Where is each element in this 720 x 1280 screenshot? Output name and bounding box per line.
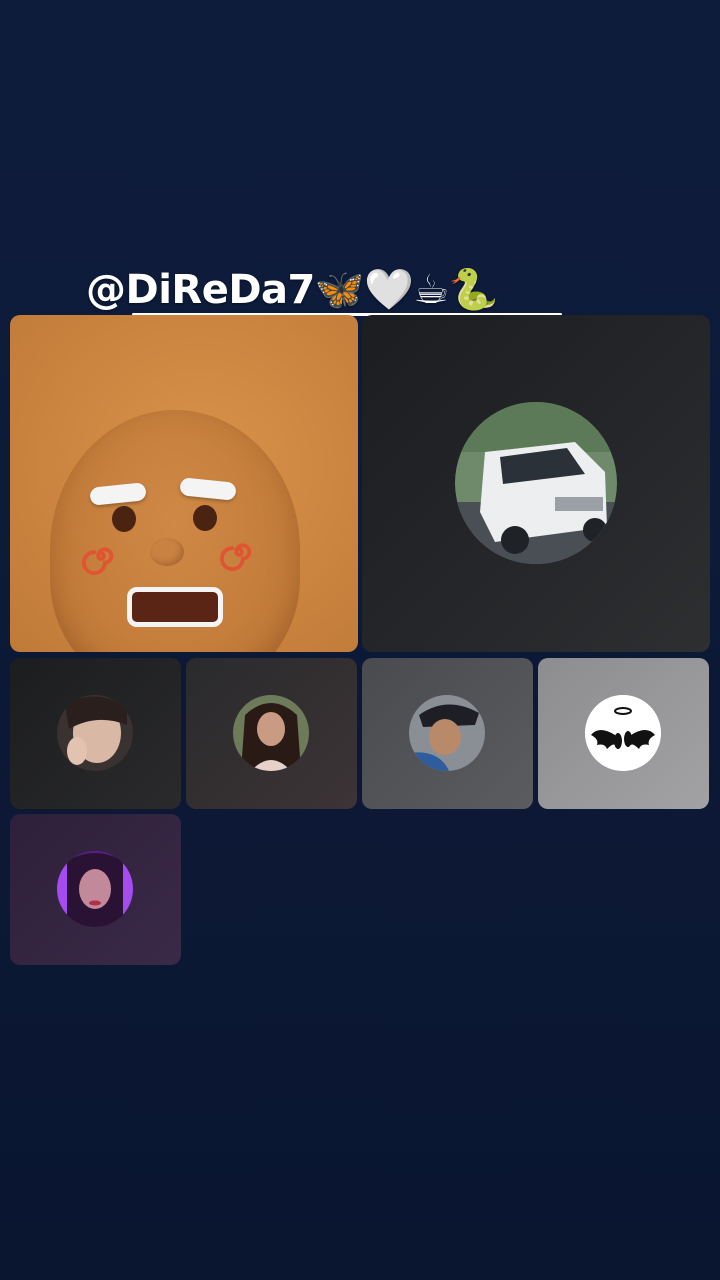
mouth [127,587,223,627]
guest-video-tile[interactable] [362,658,533,809]
van-photo-icon [455,402,617,564]
woman-photo-icon [57,695,133,771]
guest-video-tile[interactable] [186,658,357,809]
guest-avatar [585,695,661,771]
left-eye [112,506,136,532]
guest-avatar [409,695,485,771]
guest-avatar [57,851,133,927]
guest-video-tile[interactable] [10,658,181,809]
left-cheek-swirl-icon [82,547,114,575]
guest-avatar [455,402,617,564]
guest-video-tile[interactable] [10,814,181,965]
man-cap-photo-icon [409,695,485,771]
angel-wings-footprints-icon [585,695,661,771]
guest-avatar [233,695,309,771]
guest-video-tile[interactable] [538,658,709,809]
right-eye [193,505,217,531]
nose [150,538,184,566]
guest-video-tile[interactable] [362,315,710,652]
host-video-tile[interactable] [10,315,358,652]
purple-light-woman-photo-icon [57,851,133,927]
right-cheek-swirl-icon [220,543,252,571]
guest-avatar [57,695,133,771]
woman-long-hair-photo-icon [233,695,309,771]
host-handle[interactable]: @DiReDa7🦋🤍☕🐍 [86,266,499,313]
